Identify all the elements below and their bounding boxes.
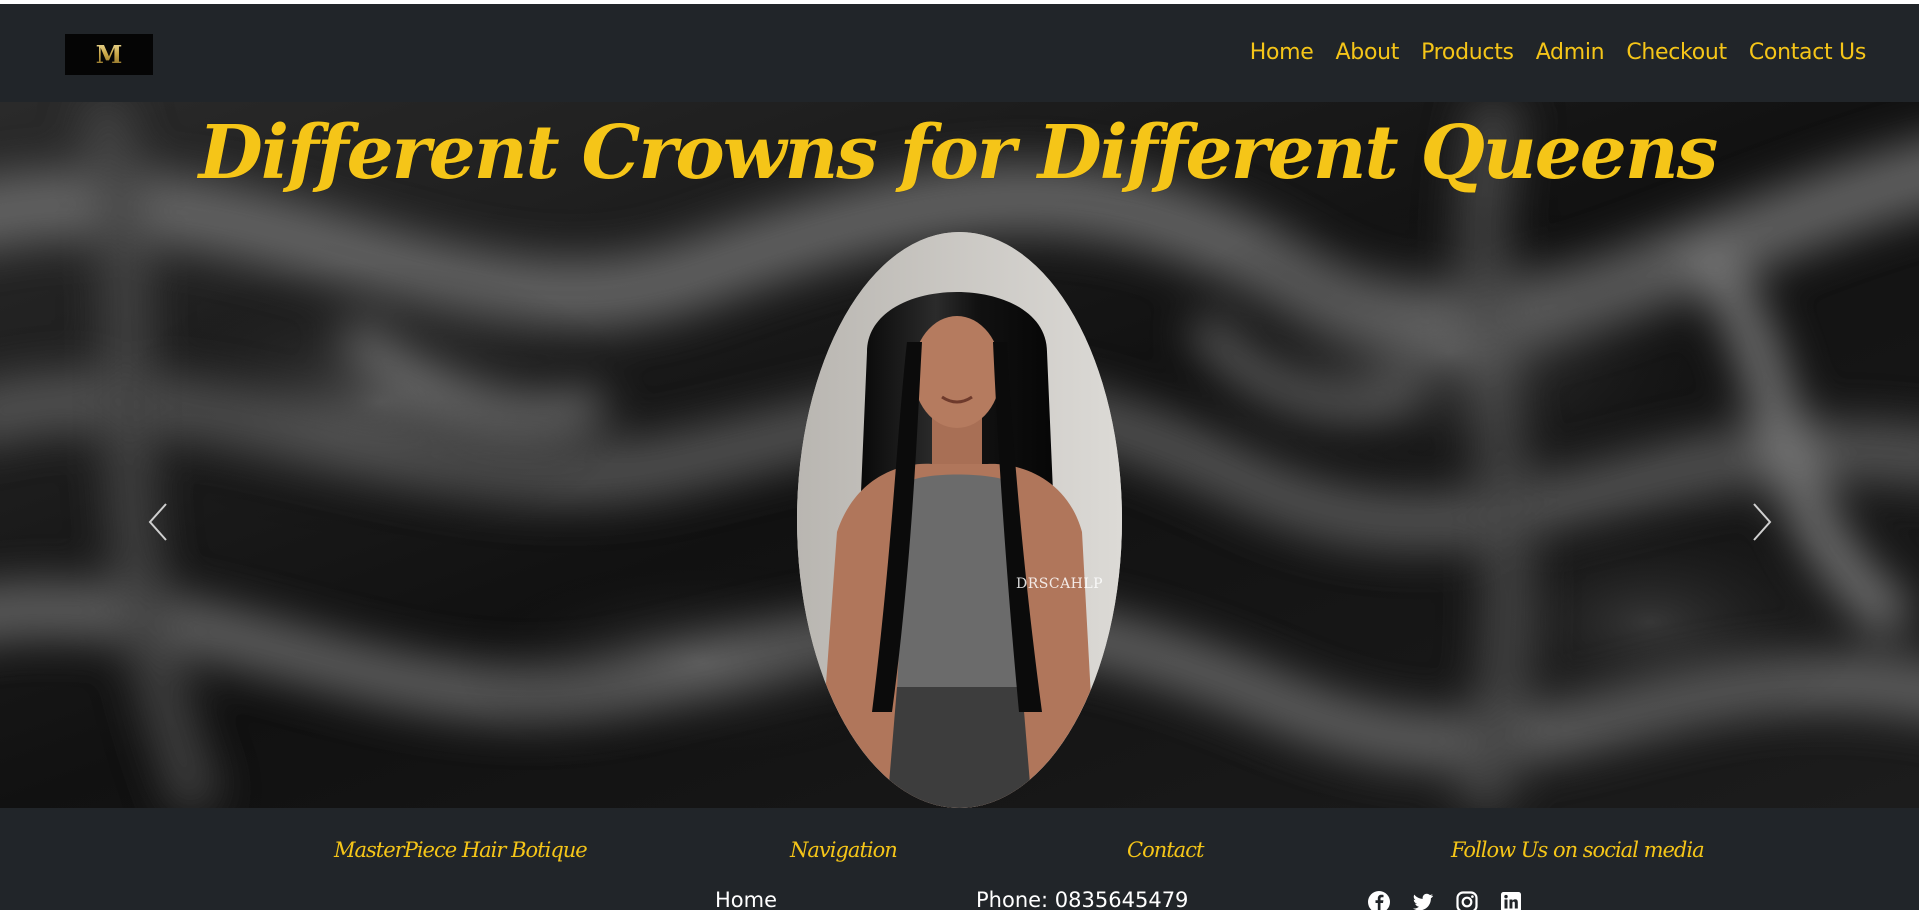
footer-phone: Phone: 0835645479 (976, 888, 1189, 910)
image-watermark: DRSCAHLP (1016, 576, 1104, 592)
main-nav: Home About Products Admin Checkout Conta… (1250, 40, 1867, 65)
footer-nav-home[interactable]: Home (715, 888, 777, 910)
nav-checkout[interactable]: Checkout (1626, 40, 1727, 65)
navbar: M Home About Products Admin Checkout Con… (0, 4, 1919, 102)
linkedin-icon[interactable] (1499, 890, 1523, 910)
brand-logo[interactable]: M (65, 34, 153, 75)
svg-text:M: M (96, 41, 123, 69)
chevron-right-icon (1753, 503, 1772, 541)
social-links (1367, 890, 1523, 910)
carousel-next-button[interactable] (1742, 492, 1782, 552)
hero-carousel: Different Crowns for Different Queens DR… (0, 102, 1919, 808)
footer-contact-heading: Contact (1127, 838, 1204, 862)
site-footer: MasterPiece Hair Botique Navigation Cont… (0, 808, 1919, 910)
nav-about[interactable]: About (1336, 40, 1400, 65)
carousel-prev-button[interactable] (138, 492, 178, 552)
chevron-left-icon (148, 503, 167, 541)
twitter-icon[interactable] (1411, 890, 1435, 910)
instagram-icon[interactable] (1455, 890, 1479, 910)
logo-mark-icon: M (96, 41, 123, 69)
nav-contact-us[interactable]: Contact Us (1749, 40, 1866, 65)
hero-title: Different Crowns for Different Queens (198, 110, 1719, 196)
facebook-icon[interactable] (1367, 890, 1391, 910)
footer-brand-heading: MasterPiece Hair Botique (334, 838, 588, 862)
footer-social-heading: Follow Us on social media (1451, 838, 1705, 862)
model-portrait-image (797, 232, 1122, 808)
nav-home[interactable]: Home (1250, 40, 1314, 65)
nav-products[interactable]: Products (1421, 40, 1514, 65)
footer-navigation-heading: Navigation (790, 838, 898, 862)
nav-admin[interactable]: Admin (1536, 40, 1605, 65)
